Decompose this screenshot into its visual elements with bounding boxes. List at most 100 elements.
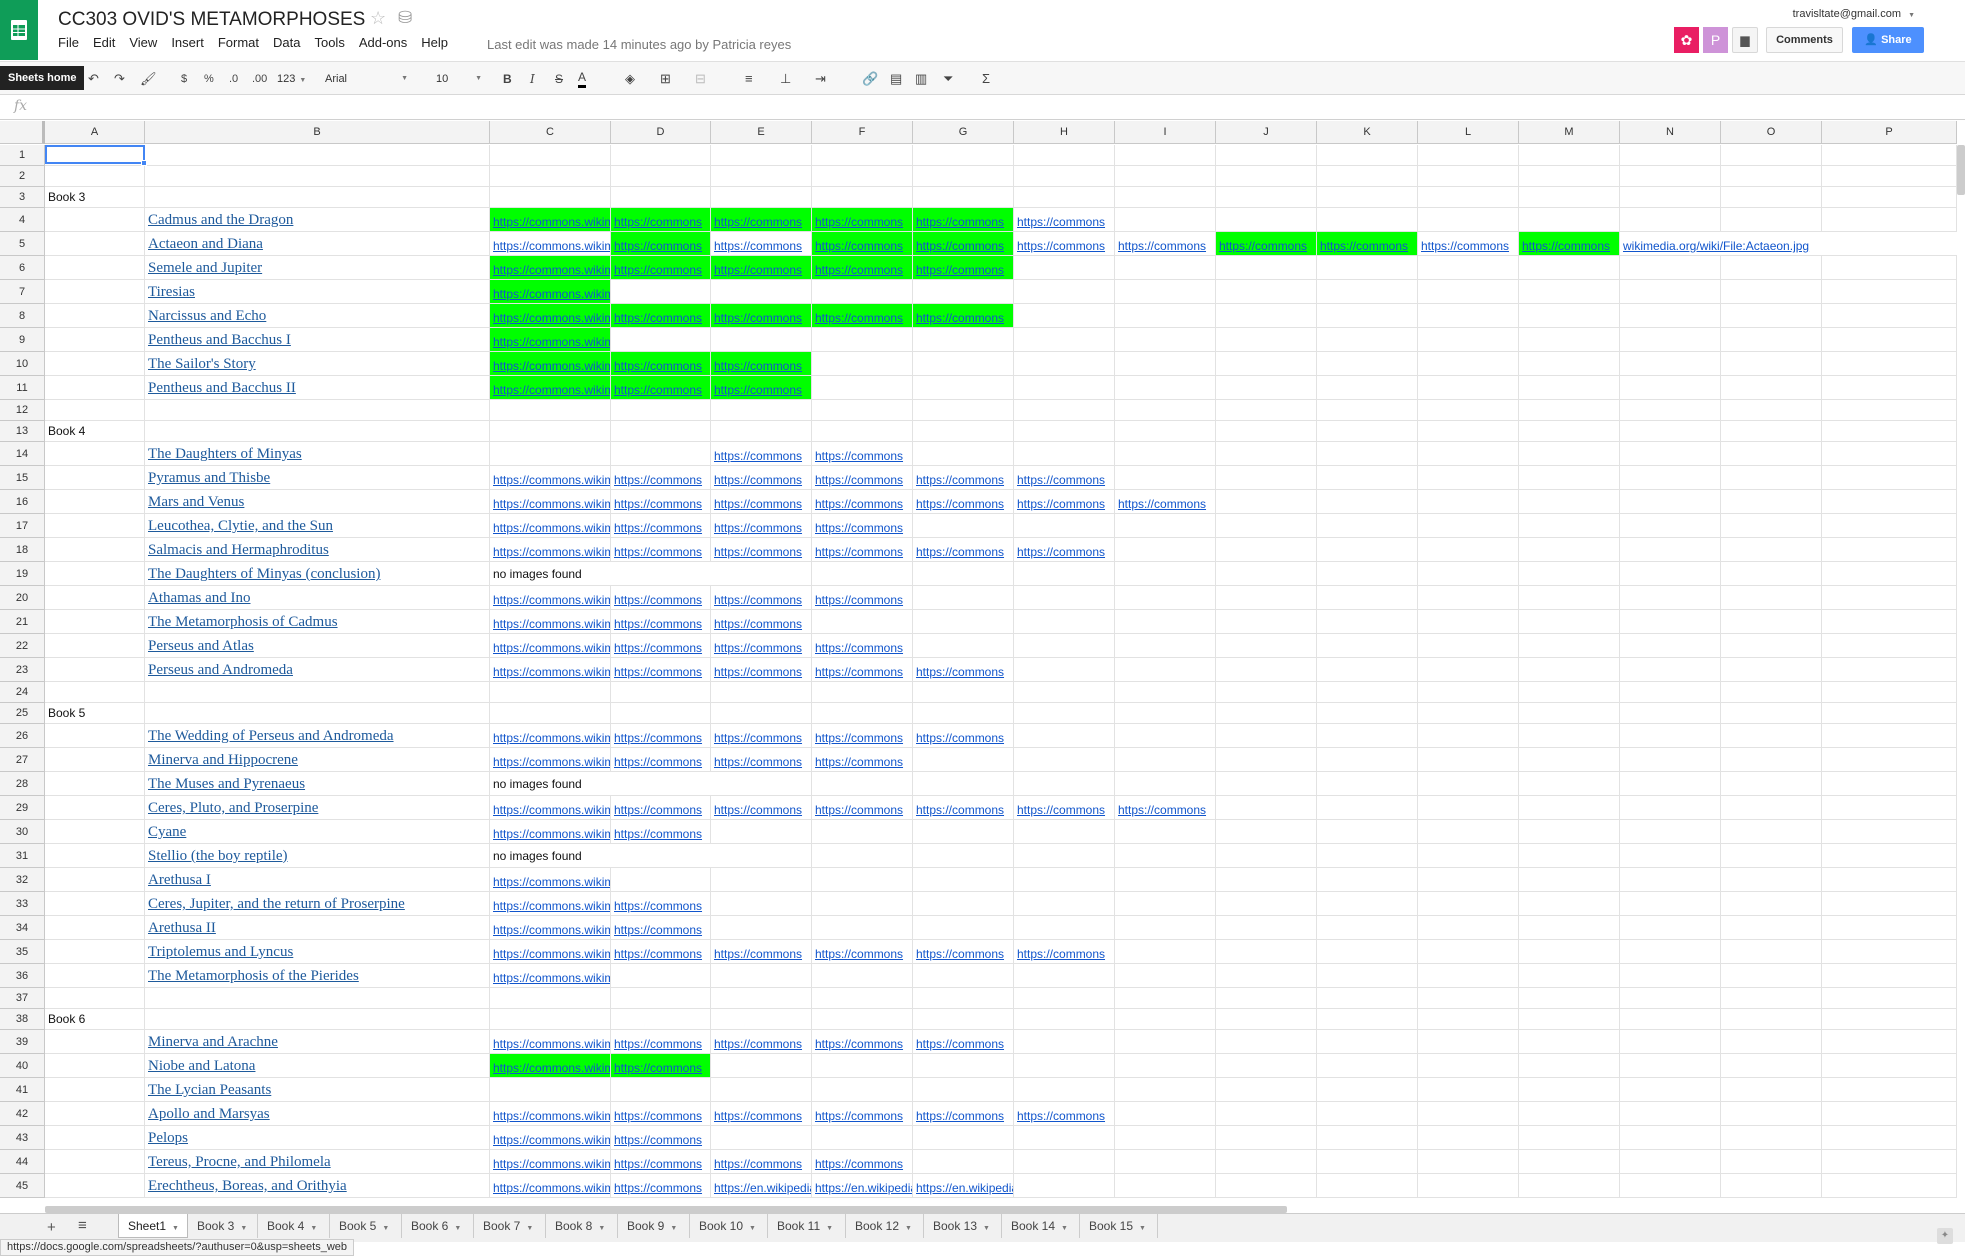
grid-cell[interactable] [1519,490,1620,514]
story-title-link[interactable]: Cyane [145,820,490,844]
image-url-link[interactable]: https://commons [611,466,711,490]
grid-cell[interactable] [1014,280,1115,304]
story-title-link[interactable]: Tereus, Procne, and Philomela [145,1150,490,1174]
grid-cell[interactable] [1418,166,1519,187]
grid-cell[interactable] [1115,538,1216,562]
sheet-tab[interactable]: Book 12 ▼ [846,1214,924,1238]
grid-cell[interactable] [490,1009,611,1030]
grid-cell[interactable] [1620,376,1721,400]
grid-cell[interactable] [45,634,145,658]
grid-cell[interactable] [611,400,711,421]
grid-cell[interactable] [1519,514,1620,538]
grid-cell[interactable] [1721,1030,1822,1054]
image-url-link[interactable]: https://commons.wikimedia.org [490,820,611,844]
insert-comment-icon[interactable]: ▤ [890,69,902,89]
grid-cell[interactable] [1216,145,1317,166]
grid-cell[interactable] [913,562,1014,586]
story-title-link[interactable]: Athamas and Ino [145,586,490,610]
image-url-link[interactable]: https://commons [812,538,913,562]
grid-cell[interactable] [1418,844,1519,868]
image-url-link[interactable]: https://commons [611,1150,711,1174]
grid-cell[interactable] [1216,820,1317,844]
grid-cell[interactable] [1721,166,1822,187]
grid-cell[interactable] [1721,610,1822,634]
grid-cell[interactable] [1418,610,1519,634]
grid-cell[interactable] [1014,1030,1115,1054]
image-url-link[interactable]: https://commons [1014,208,1115,232]
grid-cell[interactable] [913,964,1014,988]
grid-cell[interactable] [1317,1078,1418,1102]
story-title-link[interactable]: Mars and Venus [145,490,490,514]
grid-cell[interactable] [711,400,812,421]
story-title-link[interactable]: Tiresias [145,280,490,304]
grid-cell[interactable] [1519,610,1620,634]
grid-cell[interactable] [1721,256,1822,280]
grid-cell[interactable] [1014,1150,1115,1174]
grid-cell[interactable] [1115,352,1216,376]
grid-cell[interactable] [1216,466,1317,490]
image-url-link[interactable]: https://commons.wikimedia.org [490,724,611,748]
grid-cell[interactable] [812,964,913,988]
story-title-link[interactable]: Minerva and Arachne [145,1030,490,1054]
grid-cell[interactable] [913,166,1014,187]
grid-cell[interactable] [913,1078,1014,1102]
grid-cell[interactable] [1519,562,1620,586]
grid-cell[interactable] [1216,682,1317,703]
grid-cell[interactable] [1216,1030,1317,1054]
grid-cell[interactable] [1418,1078,1519,1102]
grid-cell[interactable] [1721,1102,1822,1126]
row-header-16[interactable]: 16 [0,490,45,514]
user-account[interactable]: travisltate@gmail.com ▼ [1793,8,1915,20]
image-url-link[interactable]: https://commons [611,658,711,682]
story-title-link[interactable]: The Daughters of Minyas [145,442,490,466]
story-title-link[interactable]: Niobe and Latona [145,1054,490,1078]
grid-cell[interactable] [1014,145,1115,166]
grid-cell[interactable] [913,400,1014,421]
image-url-link[interactable]: https://commons [913,232,1014,256]
grid-cell[interactable] [611,703,711,724]
sheets-logo-icon[interactable] [0,0,38,60]
grid-cell[interactable] [1115,964,1216,988]
row-header-37[interactable]: 37 [0,988,45,1009]
grid-cell[interactable] [913,442,1014,466]
column-header-j[interactable]: J [1216,121,1317,144]
grid-cell[interactable] [1317,304,1418,328]
row-header-44[interactable]: 44 [0,1150,45,1174]
image-url-link[interactable]: https://commons [711,1030,812,1054]
grid-cell[interactable] [1216,1078,1317,1102]
chevron-down-icon[interactable]: ▼ [670,1225,677,1232]
chevron-down-icon[interactable]: ▼ [598,1225,605,1232]
grid-cell[interactable] [1317,724,1418,748]
grid-cell[interactable] [45,586,145,610]
grid-cell[interactable] [1721,1078,1822,1102]
grid-cell[interactable] [913,820,1014,844]
grid-cell[interactable] [1620,421,1721,442]
grid-cell[interactable] [1216,940,1317,964]
image-url-link[interactable]: https://commons [1014,232,1115,256]
grid-cell[interactable] [1519,892,1620,916]
sheet-tab[interactable]: Book 9 ▼ [618,1214,690,1238]
image-url-link[interactable]: https://commons [812,748,913,772]
grid-cell[interactable] [1519,1126,1620,1150]
grid-cell[interactable] [1317,280,1418,304]
grid-cell[interactable] [913,748,1014,772]
grid-cell[interactable] [1014,256,1115,280]
grid-cell[interactable] [1721,400,1822,421]
sheet-tab[interactable]: Book 13 ▼ [924,1214,1002,1238]
row-header-15[interactable]: 15 [0,466,45,490]
grid-cell[interactable] [1115,145,1216,166]
image-url-link[interactable]: https://commons.wikimedia.org [490,1030,611,1054]
grid-cell[interactable] [1620,1174,1721,1198]
grid-cell[interactable] [45,1126,145,1150]
grid-cell[interactable] [1620,1126,1721,1150]
image-url-link[interactable]: https://commons [711,796,812,820]
image-url-link[interactable]: https://commons [611,940,711,964]
story-title-link[interactable]: Apollo and Marsyas [145,1102,490,1126]
grid-cell[interactable] [1822,634,1957,658]
row-header-10[interactable]: 10 [0,352,45,376]
grid-cell[interactable] [1014,586,1115,610]
column-header-o[interactable]: O [1721,121,1822,144]
image-url-link[interactable]: https://commons.wikimedia.org [490,256,611,280]
grid-cell[interactable] [1822,820,1957,844]
grid-cell[interactable] [1519,703,1620,724]
